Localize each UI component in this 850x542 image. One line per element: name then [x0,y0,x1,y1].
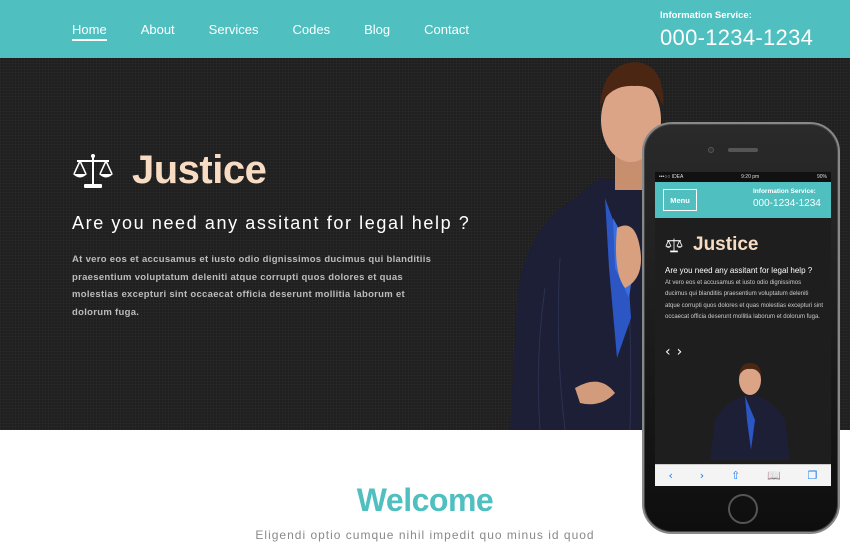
share-icon[interactable]: ⇧ [731,469,740,482]
hero-title: Justice [132,148,267,192]
mobile-description: At vero eos et accusamus et iusto odio d… [665,280,824,320]
mobile-info-phone[interactable]: 000-1234-1234 [753,198,821,209]
nav-item-services[interactable]: Services [209,0,259,58]
mobile-subtitle: Are you need any assitant for legal help… [665,266,813,275]
browser-back-icon[interactable]: ‹ [668,469,672,482]
nav-item-about[interactable]: About [141,0,175,58]
scales-of-justice-icon [665,238,683,253]
status-carrier: •••○○ IDEA [659,174,684,180]
mobile-lawyer-photo [710,363,790,460]
mobile-header: Menu Information Service: 000-1234-1234 [655,182,831,218]
mobile-info-service: Information Service: 000-1234-1234 [753,188,821,209]
nav-label: Home [72,21,107,37]
nav-label: Blog [364,21,391,37]
phone-home-button[interactable] [728,494,758,524]
nav-label: About [140,21,175,37]
hero-subtitle: Are you need any assitant for legal help… [72,213,471,233]
nav-item-home[interactable]: Home [72,0,107,58]
mobile-brand: Justice [665,234,758,256]
nav-item-codes[interactable]: Codes [293,0,331,58]
mobile-info-label: Information Service: [753,188,816,195]
nav-item-blog[interactable]: Blog [364,0,390,58]
header-bar: Home About Services Codes Blog Contact I… [0,0,850,58]
info-phone[interactable]: 000-1234-1234 [660,25,813,51]
tabs-icon[interactable]: ❐ [808,469,818,482]
chevron-left-icon[interactable]: ‹ [665,344,671,360]
chevron-right-icon[interactable]: › [677,344,683,360]
info-label: Information Service: [660,10,752,21]
browser-forward-icon[interactable]: › [700,469,704,482]
status-time: 9:20 pm [741,174,760,180]
mobile-title: Justice [693,234,759,255]
mobile-browser-toolbar: ‹ › ⇧ 📖 ❐ [655,464,831,486]
hero-brand: Justice [72,148,267,193]
nav-label: Contact [424,21,469,37]
mobile-status-bar: •••○○ IDEA 9:20 pm 90% [655,172,831,182]
scales-of-justice-icon [73,153,113,188]
phone-screen: •••○○ IDEA 9:20 pm 90% Menu Information … [655,172,831,486]
nav-item-contact[interactable]: Contact [424,0,469,58]
info-service: Information Service: 000-1234-1234 [660,10,813,51]
phone-camera [708,147,714,153]
main-nav: Home About Services Codes Blog Contact [72,0,503,58]
mobile-slider-arrows: ‹ › [665,344,682,360]
bookmarks-icon[interactable]: 📖 [767,469,781,482]
nav-label: Codes [292,21,331,37]
phone-mockup: •••○○ IDEA 9:20 pm 90% Menu Information … [642,122,840,534]
nav-label: Services [208,21,259,37]
phone-speaker [728,148,758,152]
mobile-menu-button[interactable]: Menu [663,189,697,211]
hero-description: At vero eos et accusamus et iusto odio d… [72,254,432,318]
status-battery: 90% [816,174,827,180]
